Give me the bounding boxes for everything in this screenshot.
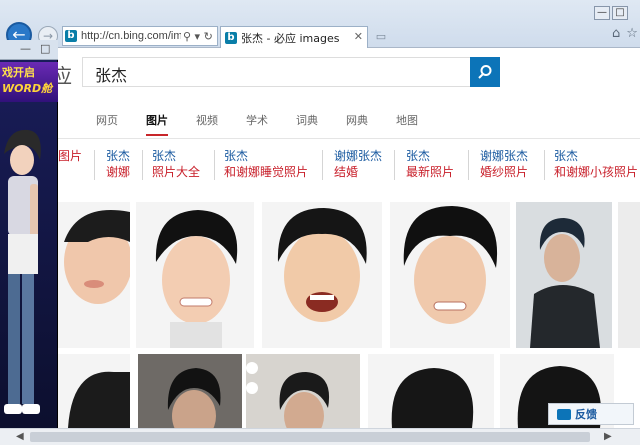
browser-toolbar: ← → b http://cn.bing.com/ima ⚲ ▾ ↻ b 张杰 … (0, 0, 640, 48)
home-favorites-icon[interactable]: ⌂☆ (612, 26, 640, 41)
image-result[interactable] (58, 354, 130, 428)
related-separator (468, 150, 469, 180)
tab-2[interactable]: 视频 (196, 112, 218, 136)
new-tab-button[interactable]: ▭ (370, 28, 392, 46)
related-separator (544, 150, 545, 180)
portrait-image (391, 368, 474, 428)
related-search-item[interactable]: 张杰 最新照片 (406, 148, 454, 180)
portrait-image (167, 368, 221, 428)
scroll-right-icon[interactable]: ▶ (604, 431, 612, 442)
minimize-button[interactable]: — (594, 6, 610, 20)
related-line-2[interactable]: 婚纱照片 (480, 164, 528, 180)
image-result[interactable] (368, 354, 494, 428)
game-ad-widget[interactable]: — □ 戏开启 WORD舱 (0, 40, 58, 428)
tab-5[interactable]: 网典 (346, 112, 368, 136)
vertical-tabs: 网页 图片 视频 学术 词典 网典 地图 (96, 112, 446, 136)
image-result[interactable] (246, 354, 360, 428)
tab-6[interactable]: 地图 (396, 112, 418, 136)
image-result[interactable] (390, 202, 510, 348)
portrait-image (403, 206, 498, 324)
related-separator (214, 150, 215, 180)
related-search-item[interactable]: 谢娜张杰 结婚 (334, 148, 382, 180)
related-search-item[interactable]: 张杰 谢娜 (106, 148, 130, 180)
image-result[interactable] (618, 202, 640, 348)
related-line-2[interactable]: 和谢娜睡觉照片 (224, 164, 308, 180)
related-separator (394, 150, 395, 180)
related-search-item[interactable]: 张杰 和谢娜小孩照片 (554, 148, 638, 180)
related-line-2[interactable]: 图片 (58, 148, 82, 164)
related-line-2[interactable]: 和谢娜小孩照片 (554, 164, 638, 180)
divider (0, 138, 640, 139)
related-searches: 图片 张杰 谢娜 张杰 照片大全 张杰 和谢娜睡觉照片 谢娜张杰 结婚 张杰 最新照片 谢娜张杰 婚纱照… (0, 148, 640, 188)
image-result[interactable] (58, 202, 130, 348)
banner-text-1: 戏开启 (2, 66, 35, 79)
related-line-2[interactable]: 谢娜 (106, 164, 130, 180)
widget-maximize-button[interactable]: □ (40, 42, 50, 55)
search-input[interactable]: 张杰 (82, 57, 471, 87)
scroll-left-icon[interactable]: ◀ (16, 431, 24, 442)
related-line-1[interactable]: 张杰 (106, 148, 130, 164)
portrait-image (530, 218, 600, 348)
tab-title: 张杰 - 必应 images (241, 31, 340, 45)
banner-text-2: WORD舱 (2, 82, 53, 95)
bing-page: 应 张杰 网页 图片 视频 学术 词典 网典 地图 图片 张杰 谢娜 张杰 照片大全 张杰 和谢娜睡觉照… (0, 48, 640, 428)
search-query[interactable]: 张杰 (95, 62, 127, 86)
widget-titlebar: — □ (0, 40, 58, 60)
related-line-1[interactable]: 谢娜张杰 (334, 148, 382, 164)
horizontal-scrollbar[interactable]: ◀ ▶ (0, 428, 640, 445)
related-separator (142, 150, 143, 180)
related-line-1[interactable]: 张杰 (152, 148, 200, 164)
image-result[interactable] (516, 202, 612, 348)
portrait-image (246, 362, 330, 428)
widget-minimize-button[interactable]: — (20, 42, 31, 55)
related-line-2[interactable]: 结婚 (334, 164, 382, 180)
portrait-image (68, 371, 130, 428)
related-line-1[interactable]: 谢娜张杰 (480, 148, 528, 164)
search-button[interactable] (470, 57, 500, 87)
related-search-item[interactable]: 图片 (58, 148, 82, 164)
game-banner[interactable]: 戏开启 WORD舱 (0, 62, 58, 102)
portrait-image (155, 210, 238, 348)
address-url[interactable]: http://cn.bing.com/ima (81, 30, 181, 42)
feedback-label: 反馈 (575, 408, 597, 421)
related-separator (94, 150, 95, 180)
tab-3[interactable]: 学术 (246, 112, 268, 136)
maximize-button[interactable]: □ (612, 6, 628, 20)
tab-close-icon[interactable]: ✕ (354, 30, 363, 43)
related-search-item[interactable]: 张杰 和谢娜睡觉照片 (224, 148, 308, 180)
portrait-image (64, 210, 130, 304)
related-line-2[interactable]: 照片大全 (152, 164, 200, 180)
related-search-item[interactable]: 谢娜张杰 婚纱照片 (480, 148, 528, 180)
search-icon (478, 65, 492, 79)
address-bar[interactable]: b http://cn.bing.com/ima ⚲ ▾ ↻ (62, 26, 218, 46)
address-actions-icon[interactable]: ⚲ ▾ ↻ (183, 30, 213, 43)
tab-4[interactable]: 词典 (296, 112, 318, 136)
related-line-1[interactable]: 张杰 (406, 148, 454, 164)
image-result[interactable] (262, 202, 382, 348)
related-line-1[interactable]: 张杰 (224, 148, 308, 164)
image-result[interactable] (136, 202, 254, 348)
character-figure-icon (4, 129, 41, 414)
related-search-item[interactable]: 张杰 照片大全 (152, 148, 200, 180)
related-separator (322, 150, 323, 180)
bing-favicon-icon: b (65, 30, 77, 42)
portrait-image (277, 208, 367, 322)
chat-bubble-icon (557, 409, 571, 420)
scrollbar-thumb[interactable] (30, 432, 590, 442)
related-line-2[interactable]: 最新照片 (406, 164, 454, 180)
related-line-1[interactable]: 张杰 (554, 148, 638, 164)
tab-0[interactable]: 网页 (96, 112, 118, 136)
feedback-button[interactable]: 反馈 (548, 403, 634, 425)
image-result[interactable] (138, 354, 242, 428)
tab-1[interactable]: 图片 (146, 112, 168, 136)
browser-tab[interactable]: b 张杰 - 必应 images ✕ (220, 26, 368, 48)
tab-favicon-icon: b (225, 31, 237, 44)
